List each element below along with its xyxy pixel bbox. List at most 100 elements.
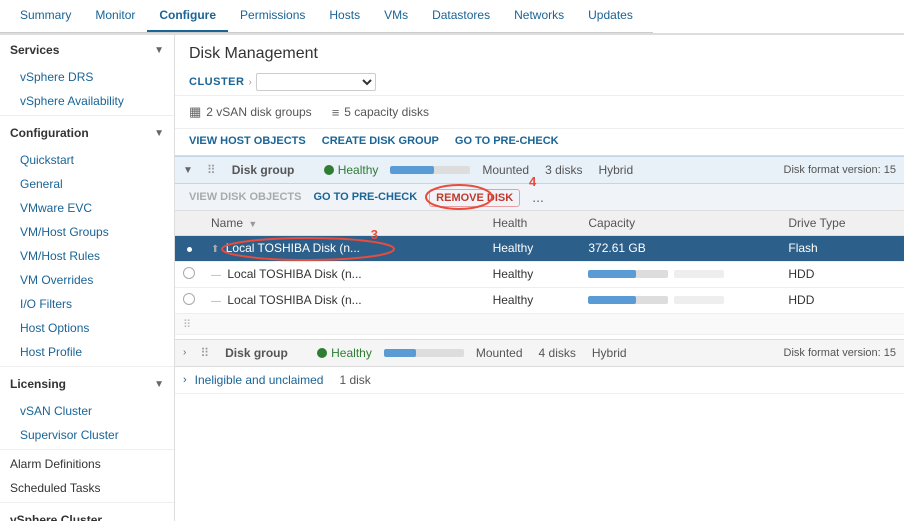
sidebar-item-host-profile[interactable]: Host Profile	[0, 340, 174, 364]
col-health: Health	[485, 211, 581, 236]
sidebar-item-scheduled-tasks[interactable]: Scheduled Tasks	[0, 476, 174, 500]
disk-group-2-format: Disk format version: 15	[784, 347, 896, 359]
name-sort-icon[interactable]: ▼	[248, 219, 257, 229]
cap-bar-fill-2	[588, 270, 636, 278]
stats-bar: ▦ 2 vSAN disk groups ≡ 5 capacity disks	[175, 96, 904, 129]
disk-row-2-health: Healthy	[485, 261, 581, 287]
radio-3[interactable]	[183, 293, 195, 305]
tab-datastores[interactable]: Datastores	[420, 0, 502, 32]
tab-updates[interactable]: Updates	[576, 0, 645, 32]
sidebar-item-vsphere-availability[interactable]: vSphere Availability	[0, 89, 174, 113]
disk-icon-3: —	[211, 296, 221, 307]
disk-row-1[interactable]: ⬆ Local TOSHIBA Disk (n... 3 Health	[175, 236, 904, 262]
chevron-down-icon-licensing: ▼	[154, 379, 164, 390]
col-select	[175, 211, 203, 236]
sidebar-item-vsphere-drs[interactable]: vSphere DRS	[0, 65, 174, 89]
sidebar-item-general[interactable]: General	[0, 172, 174, 196]
tab-permissions[interactable]: Permissions	[228, 0, 317, 32]
disk-icon-1: ⬆	[211, 244, 219, 255]
disk-group-1-row[interactable]: ▼ ⠿ Disk group Healthy Mounted 3 disks H…	[175, 156, 904, 184]
disk-group-2-row[interactable]: › ⠿ Disk group Healthy Mounted 4 disks H…	[175, 339, 904, 367]
annotation-4: 4	[529, 174, 536, 189]
annotation-3: 3	[371, 227, 378, 242]
sidebar-item-alarm-definitions[interactable]: Alarm Definitions	[0, 452, 174, 476]
disk-group-2-health-label: Healthy	[331, 346, 372, 360]
disk-group-2-label: Disk group	[225, 346, 305, 360]
disk-row-3[interactable]: — Local TOSHIBA Disk (n... Healthy HDD	[175, 287, 904, 313]
action-links: VIEW HOST OBJECTS CREATE DISK GROUP GO T…	[175, 129, 904, 156]
radio-selected[interactable]	[183, 244, 195, 256]
sidebar-item-vmware-evc[interactable]: VMware EVC	[0, 196, 174, 220]
sidebar-item-supervisor-cluster[interactable]: Supervisor Cluster	[0, 423, 174, 447]
capacity-disks-icon: ≡	[332, 105, 340, 120]
main-content: Disk Management CLUSTER › ▦ 2 vSAN disk …	[175, 35, 904, 521]
ineligible-row[interactable]: › Ineligible and unclaimed 1 disk	[175, 367, 904, 394]
breadcrumb-arrow: ›	[248, 77, 251, 88]
sidebar-section-licensing-header[interactable]: Licensing ▼	[0, 369, 174, 399]
more-actions[interactable]: ...	[532, 189, 544, 205]
radio-2[interactable]	[183, 267, 195, 279]
stats-capacity-disks: ≡ 5 capacity disks	[332, 105, 429, 120]
sidebar-section-licensing: Licensing ▼ vSAN Cluster Supervisor Clus…	[0, 369, 174, 447]
sidebar-section-configuration-header[interactable]: Configuration ▼	[0, 118, 174, 148]
health-dot-1	[324, 165, 334, 175]
sidebar-section-services: Services ▼ vSphere DRS vSphere Availabil…	[0, 35, 174, 113]
disk-row-3-health: Healthy	[485, 287, 581, 313]
sidebar-section-services-label: Services	[10, 43, 59, 57]
disk-group-1-expand[interactable]: ▼	[183, 165, 193, 176]
page-title: Disk Management	[175, 35, 904, 69]
disk-group-2-bar	[384, 349, 464, 357]
disk-row-1-radio[interactable]	[175, 236, 203, 262]
disk-icon-2: —	[211, 270, 221, 281]
sidebar-section-vsphere-cluster-services-header[interactable]: vSphere Cluster Services ▼	[0, 505, 174, 521]
tab-vms[interactable]: VMs	[372, 0, 420, 32]
view-disk-objects-action[interactable]: VIEW DISK OBJECTS	[189, 191, 301, 203]
sidebar-item-vsan-cluster[interactable]: vSAN Cluster	[0, 399, 174, 423]
cap-bar-remainder-2	[674, 270, 724, 278]
sidebar-section-configuration: Configuration ▼ Quickstart General VMwar…	[0, 118, 174, 364]
view-host-objects-link[interactable]: VIEW HOST OBJECTS	[189, 135, 306, 147]
disk-group-1-bar-fill	[390, 166, 434, 174]
sidebar-item-vmhost-groups[interactable]: VM/Host Groups	[0, 220, 174, 244]
breadcrumb-cluster[interactable]: CLUSTER	[189, 76, 244, 88]
go-to-pre-check-link[interactable]: GO TO PRE-CHECK	[455, 135, 559, 147]
sidebar-section-vsphere-cluster-services-label: vSphere Cluster Services	[10, 513, 154, 521]
sidebar-item-host-options[interactable]: Host Options	[0, 316, 174, 340]
cap-bar-remainder-3	[674, 296, 724, 304]
disk-group-2-expand[interactable]: ›	[183, 347, 186, 358]
ineligible-count: 1 disk	[339, 373, 370, 387]
tab-hosts[interactable]: Hosts	[317, 0, 372, 32]
sidebar-section-configuration-label: Configuration	[10, 126, 89, 140]
cap-bar-wrap-2	[588, 270, 772, 278]
cap-bar-2	[588, 270, 668, 278]
stats-disk-groups: ▦ 2 vSAN disk groups	[189, 104, 312, 120]
disk-row-2-radio[interactable]	[175, 261, 203, 287]
remove-disk-action[interactable]: REMOVE DISK	[429, 189, 520, 207]
disk-row-1-health: Healthy	[485, 236, 581, 262]
sidebar-section-licensing-label: Licensing	[10, 377, 66, 391]
sidebar-item-vmhost-rules[interactable]: VM/Host Rules	[0, 244, 174, 268]
tab-networks[interactable]: Networks	[502, 0, 576, 32]
stats-disk-groups-label: 2 vSAN disk groups	[206, 105, 311, 119]
chevron-down-icon-config: ▼	[154, 128, 164, 139]
tab-configure[interactable]: Configure	[147, 0, 228, 32]
disk-row-3-radio[interactable]	[175, 287, 203, 313]
disk-row-2[interactable]: — Local TOSHIBA Disk (n... Healthy HDD	[175, 261, 904, 287]
disk-group-1-label: Disk group	[232, 163, 312, 177]
disk-group-2-drag: ⠿	[200, 346, 209, 360]
cluster-select[interactable]	[256, 73, 376, 91]
go-to-pre-check-action[interactable]: GO TO PRE-CHECK	[313, 191, 417, 203]
sidebar-item-quickstart[interactable]: Quickstart	[0, 148, 174, 172]
tab-monitor[interactable]: Monitor	[83, 0, 147, 32]
ineligible-expand[interactable]: ›	[183, 374, 187, 386]
disk-group-1-mounted: Mounted	[482, 163, 529, 177]
sidebar-item-vm-overrides[interactable]: VM Overrides	[0, 268, 174, 292]
cap-bar-fill-3	[588, 296, 636, 304]
health-dot-2	[317, 348, 327, 358]
disk-group-2-hybrid: Hybrid	[592, 346, 627, 360]
tab-summary[interactable]: Summary	[8, 0, 83, 32]
sidebar-item-io-filters[interactable]: I/O Filters	[0, 292, 174, 316]
sidebar-section-services-header[interactable]: Services ▼	[0, 35, 174, 65]
create-disk-group-link[interactable]: CREATE DISK GROUP	[322, 135, 439, 147]
ineligible-label[interactable]: Ineligible and unclaimed	[195, 373, 324, 387]
